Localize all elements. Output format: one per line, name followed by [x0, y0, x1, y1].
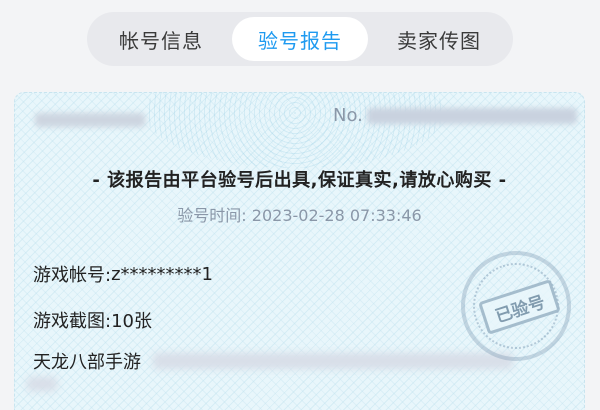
redacted-report-number — [366, 107, 577, 124]
game-name: 天龙八部手游 — [33, 352, 141, 373]
tab-account-info[interactable]: 帐号信息 — [93, 17, 229, 61]
tab-seller-images[interactable]: 卖家传图 — [371, 17, 507, 61]
game-row: 天龙八部手游 — [33, 348, 513, 374]
segmented-tabs: 帐号信息 验号报告 卖家传图 — [87, 12, 513, 66]
guilloche-watermark — [145, 93, 445, 168]
redacted-game-details-continued — [27, 377, 57, 391]
verification-time-label: 验号时间: — [177, 206, 247, 225]
tab-verification-report[interactable]: 验号报告 — [232, 17, 368, 61]
screenshots-row: 游戏截图: 10张 — [33, 307, 152, 333]
verification-report-page: 帐号信息 验号报告 卖家传图 No. - 该报告由平台验号后出具,保证真实,请放… — [0, 0, 600, 410]
report-card: No. - 该报告由平台验号后出具,保证真实,请放心购买 - 验号时间: 202… — [14, 92, 585, 410]
report-headline: - 该报告由平台验号后出具,保证真实,请放心购买 - — [92, 170, 507, 191]
report-number-label: No. — [333, 105, 363, 126]
redacted-game-details — [153, 353, 513, 369]
verification-time: 验号时间: 2023-02-28 07:33:46 — [15, 202, 584, 226]
redacted-id — [35, 113, 145, 127]
screenshots-value: 10张 — [111, 311, 152, 332]
screenshots-label: 游戏截图: — [33, 311, 112, 332]
account-value: z*********1 — [111, 263, 213, 285]
account-row: 游戏帐号: z*********1 — [33, 261, 213, 287]
account-label: 游戏帐号: — [33, 265, 112, 286]
report-number: No. — [333, 105, 577, 126]
verification-time-value: 2023-02-28 07:33:46 — [251, 206, 422, 225]
